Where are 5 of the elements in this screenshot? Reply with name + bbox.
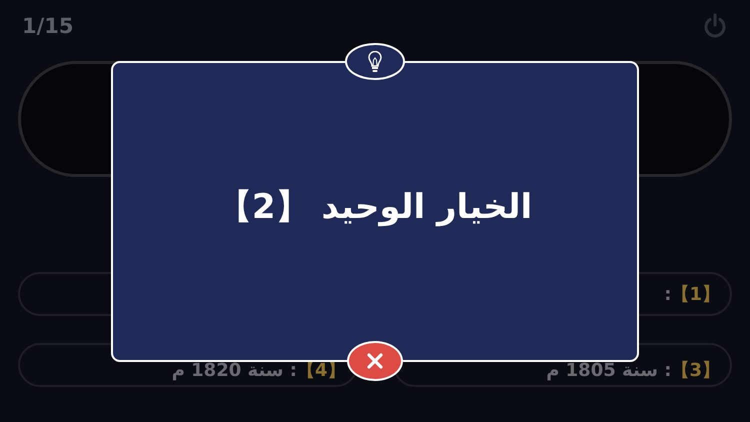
question-counter: 1/15	[22, 14, 74, 38]
lightbulb-icon	[368, 50, 382, 72]
close-icon	[366, 352, 384, 370]
hint-message: الخيار الوحيد 【2】	[218, 186, 532, 228]
answer-text: 【1】 :	[664, 283, 720, 306]
